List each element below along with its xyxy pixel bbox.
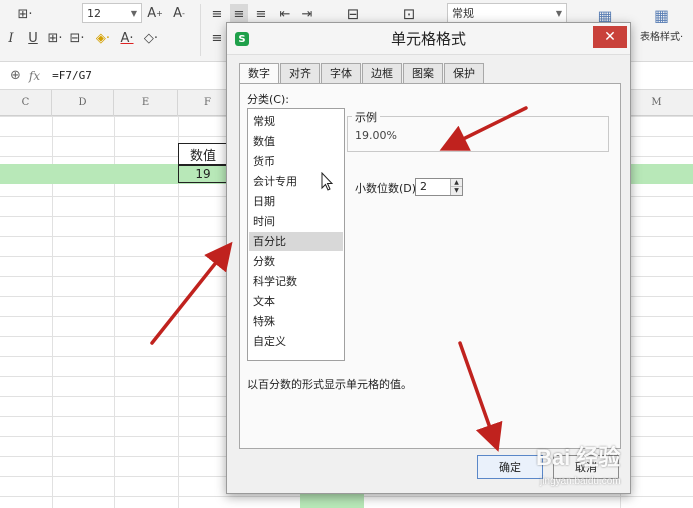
watermark-url: jingyan.baidu.com — [540, 476, 621, 487]
annotation-arrows — [150, 106, 528, 452]
arrow-to-decimals — [439, 106, 528, 151]
arrow-to-percentage — [150, 241, 233, 345]
watermark-brand: Bai 经验 — [536, 445, 621, 470]
arrow-to-ok-button — [458, 341, 503, 452]
